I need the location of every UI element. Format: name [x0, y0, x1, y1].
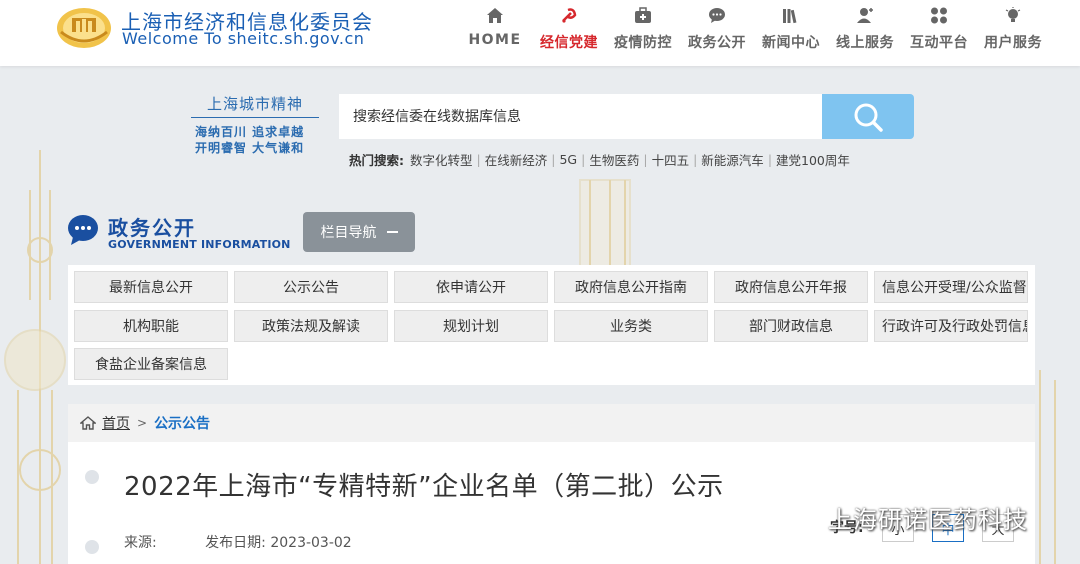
search-button[interactable]	[822, 94, 914, 139]
separator: |	[551, 152, 556, 167]
city-spirit-line2: 开明睿智 大气谦和	[195, 141, 305, 155]
separator: |	[581, 152, 586, 167]
decor-dot	[85, 470, 99, 484]
category-announcements[interactable]: 公示公告	[234, 271, 388, 303]
watermark: 上海研诺医药科技	[782, 500, 1028, 535]
category-licensing-penalty[interactable]: 行政许可及行政处罚信息	[874, 310, 1028, 342]
city-spirit-title: 上海城市精神	[191, 93, 319, 118]
breadcrumb-current[interactable]: 公示公告	[154, 413, 210, 433]
books-icon	[781, 6, 801, 24]
hot-keyword[interactable]: 新能源汽车	[701, 150, 764, 169]
separator: |	[476, 152, 481, 167]
category-plans[interactable]: 规划计划	[394, 310, 548, 342]
nav-party-building[interactable]: 经信党建	[532, 0, 606, 66]
hot-keyword[interactable]: 数字化转型	[410, 150, 473, 169]
category-policies[interactable]: 政策法规及解读	[234, 310, 388, 342]
hot-keyword[interactable]: 生物医药	[589, 150, 639, 169]
breadcrumb-separator: >	[137, 416, 148, 430]
site-url[interactable]: Welcome To sheitc.sh.gov.cn	[122, 29, 364, 48]
hot-keyword[interactable]: 建党100周年	[776, 150, 850, 169]
medkit-icon	[633, 6, 653, 24]
gov-info-title: 政务公开	[108, 216, 196, 240]
column-nav-button[interactable]: 栏目导航	[303, 212, 415, 252]
nav-interaction[interactable]: 互动平台	[902, 0, 976, 66]
nav-interaction-label: 互动平台	[910, 35, 968, 51]
nav-user-services[interactable]: 用户服务	[976, 0, 1050, 66]
nav-home[interactable]: HOME	[458, 0, 532, 66]
category-latest-disclosure[interactable]: 最新信息公开	[74, 271, 228, 303]
grid-icon	[929, 6, 949, 24]
separator: |	[767, 152, 773, 167]
breadcrumb: 首页 > 公示公告	[68, 404, 1035, 442]
nav-news[interactable]: 新闻中心	[754, 0, 828, 66]
nav-online-services[interactable]: 线上服务	[828, 0, 902, 66]
nav-gov-info-label: 政务公开	[688, 35, 746, 51]
separator: |	[643, 152, 648, 167]
watermark-text: 上海研诺医药科技	[828, 506, 1028, 534]
bulb-icon	[1003, 6, 1023, 24]
gov-info-chat-icon	[68, 215, 98, 245]
collapse-icon	[386, 231, 398, 233]
hot-keyword[interactable]: 十四五	[652, 150, 690, 169]
home-icon	[485, 6, 505, 24]
user-icon	[855, 6, 875, 24]
nav-online-services-label: 线上服务	[836, 35, 894, 51]
nav-epidemic[interactable]: 疫情防控	[606, 0, 680, 66]
emblem-logo[interactable]	[55, 2, 113, 50]
nav-news-label: 新闻中心	[762, 35, 820, 51]
category-disclosure-guide[interactable]: 政府信息公开指南	[554, 271, 708, 303]
city-spirit-line1: 海纳百川 追求卓越	[195, 125, 305, 139]
date-label: 发布日期:	[205, 535, 266, 551]
party-icon	[559, 6, 579, 24]
article-meta: 来源: 发布日期: 2023-03-02	[124, 532, 352, 552]
hot-keyword[interactable]: 在线新经济	[485, 150, 548, 169]
home-icon	[80, 416, 96, 430]
site-header: 上海市经济和信息化委员会 Welcome To sheitc.sh.gov.cn…	[0, 0, 1080, 66]
separator: |	[693, 152, 698, 167]
nav-home-label: HOME	[468, 32, 522, 48]
hot-search-label: 热门搜索:	[349, 153, 404, 168]
nav-user-services-label: 用户服务	[984, 35, 1042, 51]
breadcrumb-home[interactable]: 首页	[102, 413, 130, 433]
category-disclosure-on-request[interactable]: 依申请公开	[394, 271, 548, 303]
nav-epidemic-label: 疫情防控	[614, 35, 672, 51]
article-title: 2022年上海市“专精特新”企业名单（第二批）公示	[124, 472, 724, 502]
publish-date: 2023-03-02	[270, 535, 352, 551]
category-public-supervision[interactable]: 信息公开受理/公众监督	[874, 271, 1028, 303]
category-annual-report[interactable]: 政府信息公开年报	[714, 271, 868, 303]
source-label: 来源:	[124, 535, 157, 551]
gov-info-subtitle: GOVERNMENT INFORMATION	[108, 238, 291, 251]
category-business[interactable]: 业务类	[554, 310, 708, 342]
nav-gov-info[interactable]: 政务公开	[680, 0, 754, 66]
category-functions[interactable]: 机构职能	[74, 310, 228, 342]
nav-party-building-label: 经信党建	[540, 35, 598, 51]
column-nav-label: 栏目导航	[320, 225, 377, 241]
category-panel: 最新信息公开 公示公告 依申请公开 政府信息公开指南 政府信息公开年报 信息公开…	[68, 265, 1035, 385]
chat-icon	[707, 6, 727, 24]
category-finance[interactable]: 部门财政信息	[714, 310, 868, 342]
main-nav: HOME 经信党建 疫情防控 政务公开 新闻中心 线上服务 互动平台 用户服务	[458, 0, 1050, 66]
decor-dot	[85, 540, 99, 554]
category-salt-enterprise[interactable]: 食盐企业备案信息	[74, 348, 228, 380]
hot-searches: 热门搜索: 数字化转型 | 在线新经济 | 5G | 生物医药 | 十四五 | 新能源汽车…	[349, 150, 850, 169]
hot-keyword[interactable]: 5G	[559, 152, 577, 167]
wechat-icon	[783, 503, 820, 530]
search-input[interactable]	[339, 94, 823, 139]
search-icon	[854, 103, 883, 132]
